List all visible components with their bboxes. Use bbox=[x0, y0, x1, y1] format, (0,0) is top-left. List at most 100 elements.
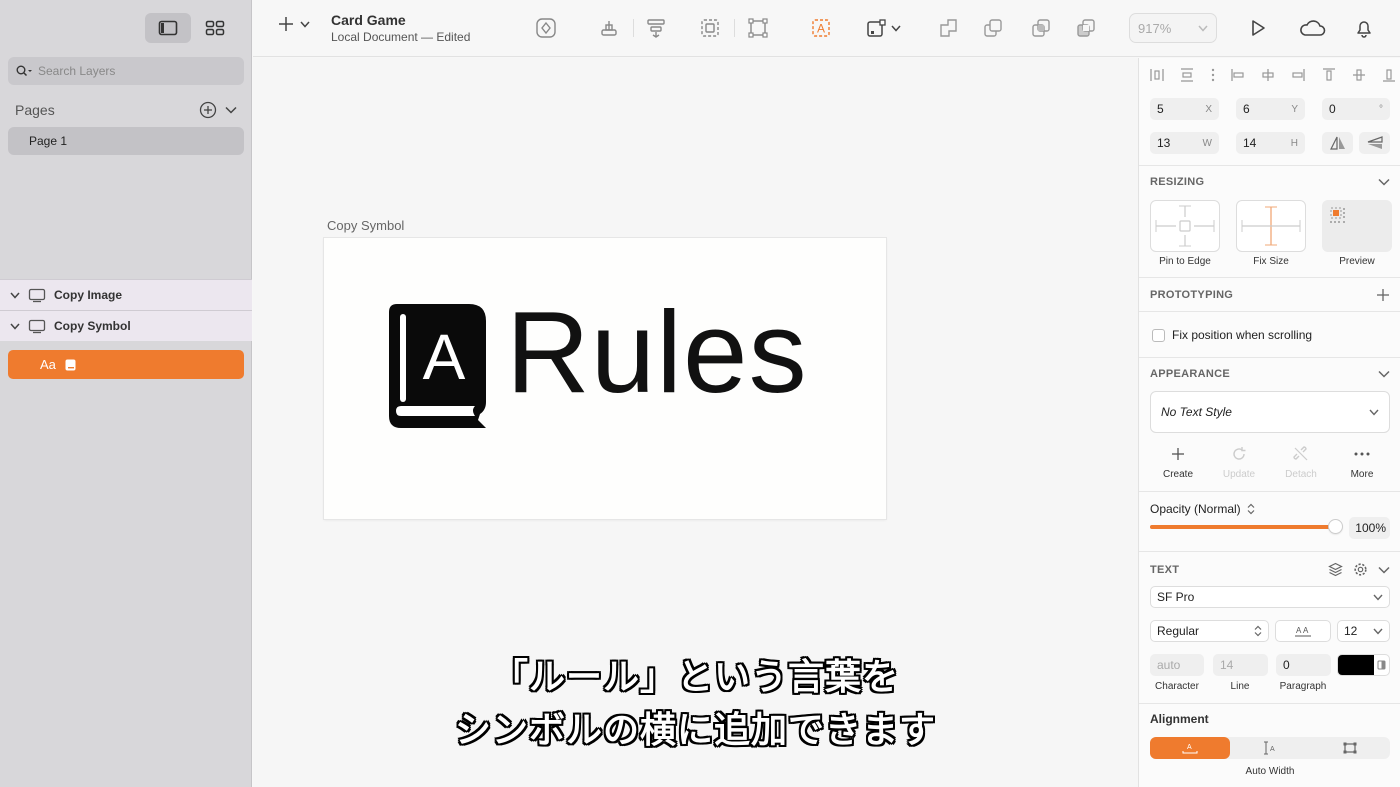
stamp-icon bbox=[601, 21, 617, 36]
svg-text:A: A bbox=[1296, 626, 1302, 635]
text-style-select[interactable]: No Text Style bbox=[1150, 391, 1390, 433]
rules-text[interactable]: Rules bbox=[506, 294, 808, 410]
text-style-value: No Text Style bbox=[1161, 405, 1232, 419]
paragraph-spacing-field[interactable]: 0 bbox=[1276, 654, 1331, 676]
line-height-field[interactable]: 14 bbox=[1213, 654, 1268, 676]
preview-button[interactable] bbox=[1245, 15, 1271, 41]
frame-tool-button[interactable] bbox=[861, 15, 905, 41]
update-style-button[interactable]: Update bbox=[1214, 444, 1264, 480]
x-unit: X bbox=[1205, 103, 1212, 115]
align-top-icon[interactable] bbox=[1321, 67, 1337, 83]
gear-icon[interactable] bbox=[1353, 562, 1368, 577]
plus-icon[interactable] bbox=[1376, 288, 1390, 302]
fixed-size-option[interactable] bbox=[1310, 737, 1390, 759]
text-tool-button[interactable]: A bbox=[808, 15, 834, 41]
font-size-select[interactable]: 12 bbox=[1337, 620, 1390, 642]
cloud-button[interactable] bbox=[1297, 15, 1327, 41]
fix-position-label[interactable]: Fix position when scrolling bbox=[1172, 328, 1312, 342]
appearance-header[interactable]: APPEARANCE bbox=[1150, 368, 1390, 380]
chevron-down-icon[interactable] bbox=[10, 323, 24, 330]
selected-text-layer[interactable]: Aa bbox=[8, 350, 244, 379]
book-icon[interactable]: A bbox=[387, 302, 487, 430]
layer-label: Copy Image bbox=[54, 288, 123, 302]
search-input[interactable] bbox=[38, 64, 228, 78]
plus-icon bbox=[1172, 448, 1184, 460]
layers-stack-icon[interactable] bbox=[1328, 562, 1343, 577]
fix-position-checkbox[interactable] bbox=[1152, 329, 1165, 342]
pin-to-edge-control[interactable] bbox=[1150, 200, 1220, 252]
align-left-icon[interactable] bbox=[1230, 67, 1246, 83]
distribute-button[interactable] bbox=[643, 15, 669, 41]
prototyping-header[interactable]: PROTOTYPING bbox=[1150, 288, 1390, 302]
svg-text:A: A bbox=[817, 22, 825, 36]
flip-vertical-button[interactable] bbox=[1359, 132, 1390, 154]
text-spacing-button[interactable]: AA bbox=[1275, 620, 1331, 642]
align-center-horizontal-icon[interactable] bbox=[1260, 67, 1276, 83]
subtract-button[interactable] bbox=[980, 15, 1006, 41]
distribute-vertical-icon[interactable] bbox=[1179, 67, 1195, 83]
flip-horizontal-button[interactable] bbox=[1322, 132, 1353, 154]
artboard-copy-symbol[interactable]: A Rules bbox=[324, 238, 886, 519]
font-family-select[interactable]: SF Pro bbox=[1150, 586, 1390, 608]
grid-view-button[interactable] bbox=[192, 13, 238, 43]
add-page-icon[interactable] bbox=[199, 101, 217, 119]
detach-style-button[interactable]: Detach bbox=[1276, 444, 1326, 480]
page-item[interactable]: Page 1 bbox=[8, 127, 244, 155]
resizing-header[interactable]: RESIZING bbox=[1150, 176, 1390, 188]
scale-button[interactable] bbox=[745, 15, 771, 41]
canvas-view-button[interactable] bbox=[145, 13, 191, 43]
notifications-button[interactable] bbox=[1351, 15, 1377, 41]
more-style-button[interactable]: More bbox=[1337, 444, 1387, 480]
zoom-select[interactable]: 917% bbox=[1129, 13, 1217, 43]
svg-text:A: A bbox=[1270, 746, 1275, 753]
chevron-down-icon[interactable] bbox=[1378, 178, 1390, 186]
character-spacing-field[interactable]: auto bbox=[1150, 654, 1204, 676]
layer-search[interactable] bbox=[8, 57, 244, 85]
opacity-blend-select[interactable]: Opacity (Normal) bbox=[1150, 502, 1255, 516]
distribute-horizontal-icon[interactable] bbox=[1149, 67, 1165, 83]
chevron-down-icon[interactable] bbox=[10, 292, 24, 299]
font-weight-select[interactable]: Regular bbox=[1150, 620, 1269, 642]
intersect-button[interactable] bbox=[1028, 15, 1054, 41]
chevron-down-icon[interactable] bbox=[1378, 566, 1390, 574]
width-field[interactable]: 13 W bbox=[1150, 132, 1219, 154]
section-divider bbox=[1139, 311, 1400, 312]
artboard-icon bbox=[28, 319, 46, 334]
artboard-label[interactable]: Copy Symbol bbox=[327, 218, 404, 233]
union-button[interactable] bbox=[935, 15, 961, 41]
x-field[interactable]: 5X bbox=[1150, 98, 1219, 120]
more-vertical-icon[interactable] bbox=[1210, 67, 1216, 83]
create-symbol-button[interactable] bbox=[533, 15, 559, 41]
align-middle-icon[interactable] bbox=[1351, 67, 1367, 83]
create-style-button[interactable]: Create bbox=[1153, 444, 1203, 480]
auto-height-option[interactable]: A bbox=[1230, 737, 1310, 759]
mask-button[interactable] bbox=[697, 15, 723, 41]
layer-row-copy-symbol[interactable]: Copy Symbol bbox=[0, 310, 252, 341]
height-field[interactable]: 14 H bbox=[1236, 132, 1305, 154]
align-bottom-icon[interactable] bbox=[1381, 67, 1397, 83]
text-header[interactable]: TEXT bbox=[1150, 562, 1390, 577]
text-behavior-segmented[interactable]: A A bbox=[1150, 737, 1390, 759]
fix-size-control[interactable] bbox=[1236, 200, 1306, 252]
chevron-down-icon bbox=[1198, 25, 1208, 32]
opacity-slider-fill bbox=[1150, 525, 1336, 529]
play-icon bbox=[1252, 20, 1265, 36]
create-component-button[interactable] bbox=[596, 15, 622, 41]
difference-button[interactable] bbox=[1073, 15, 1099, 41]
layer-row-copy-image[interactable]: Copy Image bbox=[0, 279, 252, 310]
opacity-input[interactable]: 100% bbox=[1349, 517, 1390, 539]
text-color-well[interactable] bbox=[1337, 654, 1390, 676]
section-divider bbox=[1139, 357, 1400, 358]
section-divider bbox=[1139, 277, 1400, 278]
chevron-down-icon[interactable] bbox=[1378, 370, 1390, 378]
align-right-icon[interactable] bbox=[1290, 67, 1306, 83]
y-field[interactable]: 6Y bbox=[1236, 98, 1305, 120]
chevron-down-icon bbox=[1373, 628, 1383, 635]
auto-width-option[interactable]: A bbox=[1150, 737, 1230, 759]
opacity-slider[interactable] bbox=[1150, 520, 1342, 533]
canvas[interactable]: Copy Symbol A Rules 「ルール」という言葉を シンボルの横に追… bbox=[253, 58, 1138, 787]
opacity-slider-handle[interactable] bbox=[1329, 520, 1342, 533]
chevron-down-icon[interactable] bbox=[225, 106, 237, 114]
rotation-field[interactable]: 0 ° bbox=[1322, 98, 1390, 120]
insert-button[interactable] bbox=[278, 16, 310, 32]
